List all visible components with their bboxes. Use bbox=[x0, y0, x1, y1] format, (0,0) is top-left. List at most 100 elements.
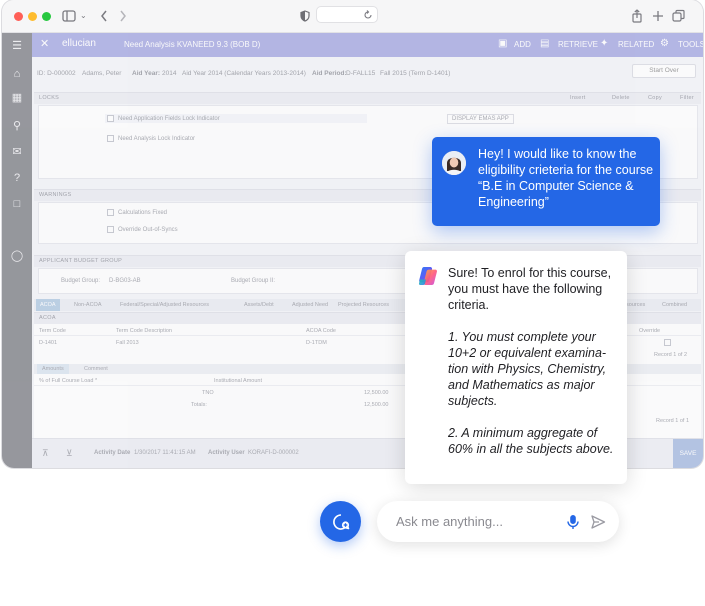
related-icon[interactable]: ✦ bbox=[600, 38, 608, 50]
chevron-down-icon[interactable]: ⌄ bbox=[80, 8, 87, 24]
calculations-fixed-checkbox[interactable] bbox=[107, 209, 114, 216]
tools-menu[interactable]: TOOLS bbox=[678, 39, 703, 51]
microphone-icon[interactable] bbox=[566, 514, 580, 530]
browser-toolbar: ⌄ bbox=[2, 0, 703, 33]
chat-input-bar[interactable]: Ask me anything... bbox=[377, 501, 619, 542]
record-count: Record 1 of 2 bbox=[654, 352, 688, 358]
activity-user-label: Activity User bbox=[208, 450, 245, 456]
close-icon[interactable]: ✕ bbox=[40, 38, 49, 50]
tab-assets-debt[interactable]: Assets/Debt bbox=[244, 299, 274, 311]
tab-acoa[interactable]: ACOA bbox=[36, 299, 60, 311]
last-record-icon[interactable]: ⊻ bbox=[66, 448, 73, 459]
subtab-amounts[interactable]: Amounts bbox=[37, 364, 69, 374]
ellucian-logo: ellucian bbox=[62, 38, 96, 49]
budget-group-label: Budget Group: bbox=[61, 278, 101, 284]
tab-overview-icon[interactable] bbox=[672, 8, 685, 24]
budget-group-value[interactable]: D-BG03-AB bbox=[109, 278, 141, 284]
apps-grid-icon[interactable]: ▦ bbox=[10, 91, 24, 105]
sidebar-toggle-icon[interactable] bbox=[62, 8, 76, 24]
subtab-comment[interactable]: Comment bbox=[84, 364, 108, 374]
activity-user-value: KORAFI-D-000002 bbox=[248, 450, 299, 456]
override-out-of-syncs-field[interactable]: Override Out-of-Syncs bbox=[107, 226, 178, 233]
term-code-cell: D-1401 bbox=[39, 340, 58, 346]
need-app-lock-label: Need Application Fields Lock Indicator bbox=[118, 116, 220, 123]
record-count-2: Record 1 of 1 bbox=[656, 418, 690, 424]
maximize-window-button[interactable] bbox=[42, 12, 51, 21]
calculations-fixed-field[interactable]: Calculations Fixed bbox=[107, 209, 167, 216]
totals-value: 12,500.00 bbox=[364, 402, 389, 408]
student-name: Adams, Peter bbox=[82, 70, 122, 77]
col-course-load: % of Full Course Load * bbox=[39, 378, 98, 384]
need-analysis-lock-checkbox[interactable] bbox=[107, 135, 114, 142]
chat-input-placeholder[interactable]: Ask me anything... bbox=[396, 514, 503, 529]
tab-adjusted-need[interactable]: Adjusted Need bbox=[292, 299, 328, 311]
aid-period-value: D-FALL15 bbox=[346, 70, 376, 77]
user-message-bubble: Hey! I would like to know the eligibilit… bbox=[432, 137, 660, 226]
aid-year-value: 2014 bbox=[162, 70, 177, 77]
notifications-icon[interactable]: ✉ bbox=[10, 145, 24, 159]
close-window-button[interactable] bbox=[14, 12, 23, 21]
add-menu[interactable]: ADD bbox=[514, 39, 531, 51]
home-icon[interactable]: ⌂ bbox=[10, 67, 24, 81]
shield-privacy-icon[interactable] bbox=[300, 8, 310, 24]
col-institutional-amount: Institutional Amount bbox=[214, 378, 263, 384]
address-bar[interactable] bbox=[316, 6, 378, 23]
user-profile-icon[interactable]: ◯ bbox=[10, 249, 24, 263]
assistant-message-bubble: Sure! To enrol for this course, you must… bbox=[405, 251, 627, 484]
avatar bbox=[442, 151, 466, 175]
override-out-of-syncs-label: Override Out-of-Syncs bbox=[118, 227, 178, 234]
need-analysis-lock-field[interactable]: Need Analysis Lock Indicator bbox=[107, 135, 195, 142]
tab-federal-resources[interactable]: Federal/Special/Adjusted Resources bbox=[120, 299, 209, 311]
col-term-desc: Term Code Description bbox=[116, 328, 172, 334]
app-sidebar: ☰ ⌂ ▦ ⚲ ✉ ? □ ◯ bbox=[2, 33, 32, 468]
start-over-button[interactable]: Start Over bbox=[632, 64, 696, 78]
share-icon[interactable] bbox=[631, 8, 643, 24]
search-icon[interactable]: ⚲ bbox=[10, 119, 24, 133]
retrieve-icon[interactable]: ▤ bbox=[540, 38, 549, 50]
retrieve-menu[interactable]: RETRIEVE bbox=[558, 39, 598, 51]
col-term-code: Term Code bbox=[39, 328, 66, 334]
locks-insert[interactable]: Insert bbox=[570, 93, 586, 104]
menu-icon[interactable]: ☰ bbox=[10, 39, 24, 53]
new-tab-icon[interactable] bbox=[652, 8, 664, 24]
override-checkbox[interactable] bbox=[664, 339, 671, 346]
locks-copy[interactable]: Copy bbox=[648, 93, 662, 104]
locks-filter[interactable]: Filter bbox=[680, 93, 694, 104]
copilot-logo-icon bbox=[417, 265, 439, 287]
acoa-code-cell: D-1TDM bbox=[306, 340, 327, 346]
aid-year-label: Aid Year: bbox=[132, 70, 161, 77]
override-out-of-syncs-checkbox[interactable] bbox=[107, 226, 114, 233]
send-icon[interactable] bbox=[590, 514, 606, 530]
locks-title: LOCKS bbox=[39, 95, 60, 101]
tab-non-acoa[interactable]: Non-ACOA bbox=[74, 299, 102, 311]
display-emas-app-button[interactable]: DISPLAY EMAS APP bbox=[447, 114, 514, 124]
related-menu[interactable]: RELATED bbox=[618, 39, 654, 51]
forward-icon[interactable] bbox=[119, 8, 127, 24]
locks-delete[interactable]: Delete bbox=[612, 93, 630, 104]
page-title: Need Analysis KVANEED 9.3 (BOB D) bbox=[124, 40, 261, 49]
term-desc-cell: Fall 2013 bbox=[116, 340, 139, 346]
tno-cell: TNO bbox=[202, 390, 214, 396]
tab-combined[interactable]: Combined bbox=[662, 299, 687, 311]
minimize-window-button[interactable] bbox=[28, 12, 37, 21]
need-app-lock-field[interactable]: Need Application Fields Lock Indicator bbox=[105, 114, 367, 124]
aid-year-desc: Aid Year 2014 (Calendar Years 2013-2014) bbox=[182, 70, 306, 77]
tab-projected-resources[interactable]: Projected Resources bbox=[338, 299, 389, 311]
assistant-message-text: Sure! To enrol for this course, you must… bbox=[448, 265, 620, 457]
help-icon[interactable]: ? bbox=[10, 171, 24, 185]
add-icon[interactable]: ▣ bbox=[498, 38, 507, 50]
new-chat-button[interactable] bbox=[320, 501, 361, 542]
reload-icon[interactable] bbox=[363, 8, 373, 22]
first-record-icon[interactable]: ⊼ bbox=[42, 448, 49, 459]
student-id: ID: D-000002 bbox=[37, 70, 76, 77]
need-app-lock-checkbox[interactable] bbox=[107, 115, 114, 122]
lock-icon[interactable]: □ bbox=[10, 197, 24, 211]
save-button[interactable]: SAVE bbox=[673, 439, 703, 468]
acoa-title: ACOA bbox=[39, 315, 56, 321]
col-override: Override bbox=[639, 328, 661, 334]
aid-period-desc: Fall 2015 (Term D-1401) bbox=[380, 70, 451, 77]
tools-icon[interactable]: ⚙ bbox=[660, 38, 669, 50]
back-icon[interactable] bbox=[100, 8, 108, 24]
amount-cell: 12,500.00 bbox=[364, 390, 389, 396]
